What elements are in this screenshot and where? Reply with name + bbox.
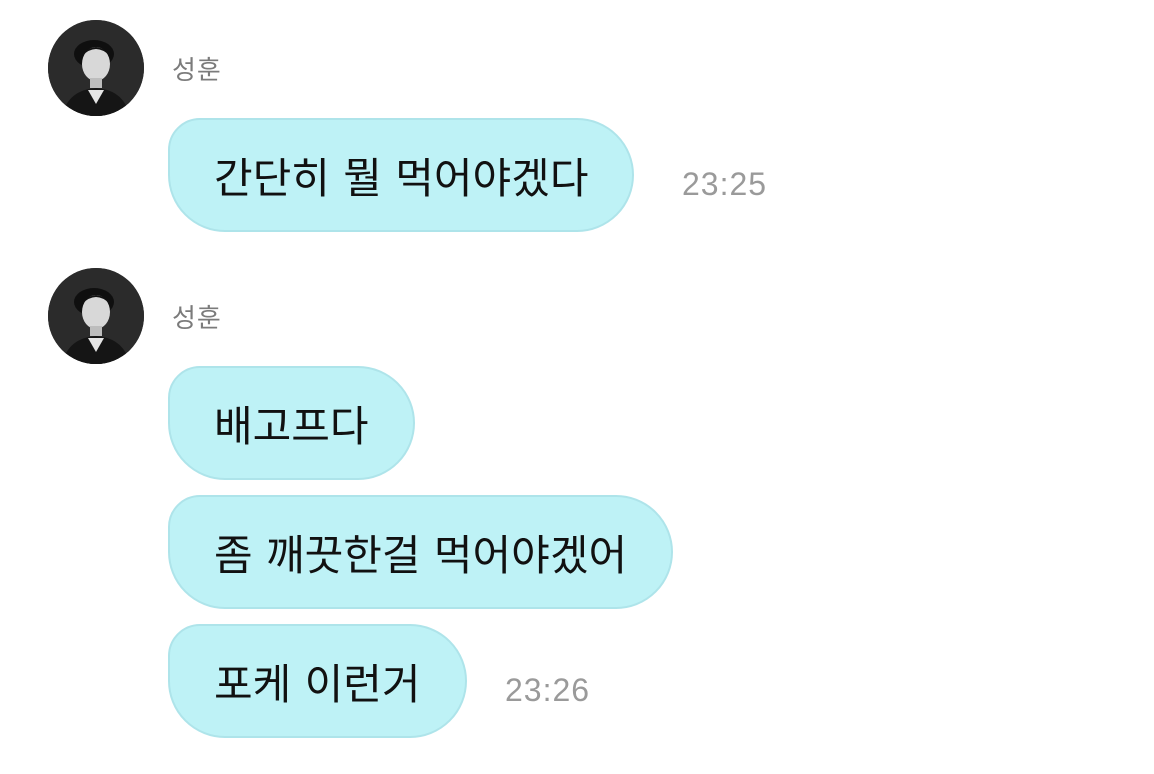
message-bubble[interactable]: 좀 깨끗한걸 먹어야겠어: [168, 495, 674, 609]
avatar[interactable]: [48, 268, 144, 364]
message-bubble[interactable]: 배고프다: [168, 366, 415, 480]
avatar[interactable]: [48, 20, 144, 116]
message-timestamp: 23:26: [505, 672, 591, 708]
message-timestamp: 23:25: [682, 166, 768, 202]
message-text: 포케 이런거: [214, 659, 421, 709]
message-text: 배고프다: [214, 401, 369, 451]
sender-name: 성훈: [172, 56, 222, 86]
message-text: 좀 깨끗한걸 먹어야겠어: [214, 530, 628, 580]
profile-photo-icon: [48, 268, 144, 364]
profile-photo-icon: [48, 20, 144, 116]
sender-name: 성훈: [172, 304, 222, 334]
message-bubble[interactable]: 간단히 뭘 먹어야겠다: [168, 118, 635, 232]
message-bubble[interactable]: 포케 이런거: [168, 624, 467, 738]
message-text: 간단히 뭘 먹어야겠다: [214, 153, 589, 203]
